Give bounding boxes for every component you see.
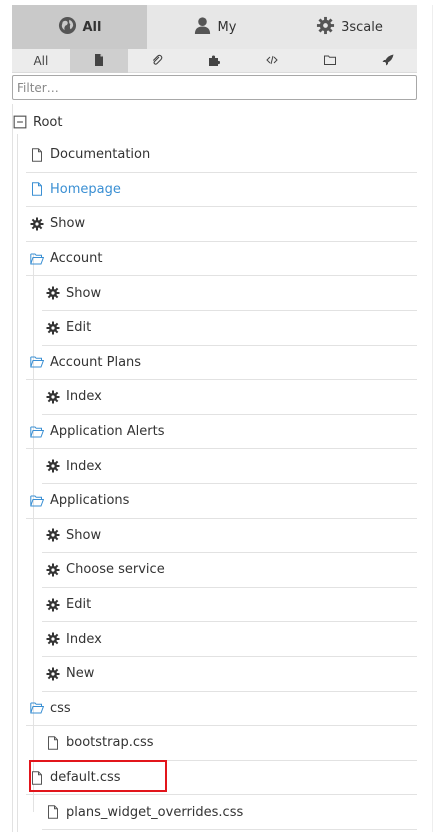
- tree-item-show[interactable]: Show: [42, 519, 417, 554]
- tree-item-label: Applications: [50, 493, 130, 509]
- folder-open-icon: [30, 701, 44, 715]
- cog-icon: [46, 632, 60, 646]
- tree-item-label: Account: [50, 251, 103, 267]
- tree-item-documentation[interactable]: Documentation: [26, 138, 417, 173]
- tree-guide-depth2: [33, 254, 34, 812]
- file-icon: [30, 148, 44, 162]
- filter-layouts-button[interactable]: [243, 49, 301, 73]
- tree-item-label: plans_widget_overrides.css: [66, 804, 244, 820]
- tree-item-label: Index: [66, 389, 102, 405]
- tree-item-index[interactable]: Index: [42, 622, 417, 657]
- tab-all-label: All: [82, 19, 102, 35]
- code-icon: [266, 54, 279, 69]
- tree-item-show[interactable]: Show: [42, 276, 417, 311]
- tree-item-edit[interactable]: Edit: [42, 588, 417, 623]
- cog-icon: [46, 667, 60, 681]
- tab-3scale[interactable]: 3scale: [282, 5, 417, 49]
- folder-open-icon: [30, 252, 44, 266]
- user-icon: [193, 16, 212, 39]
- tree-item-show[interactable]: Show: [26, 207, 417, 242]
- tree-root-label: Root: [33, 114, 63, 130]
- cog-icon: [46, 286, 60, 300]
- tree-item-default-css[interactable]: default.css: [26, 761, 417, 796]
- tree-item-label: Choose service: [66, 562, 165, 578]
- tree-item-label: Index: [66, 631, 102, 647]
- tree-guide-root: [17, 134, 18, 832]
- tree-item-homepage[interactable]: Homepage: [26, 173, 417, 208]
- tree-item-application-alerts[interactable]: Application Alerts: [26, 415, 417, 450]
- filter-attachments-button[interactable]: [128, 49, 186, 73]
- filter-all-label: All: [33, 54, 49, 68]
- tree-item-label: Documentation: [50, 147, 151, 163]
- tree-item-label: css: [50, 700, 71, 716]
- gear-icon: [316, 16, 335, 39]
- tree-item-label: Show: [66, 285, 102, 301]
- filter-all-button[interactable]: All: [12, 49, 70, 73]
- folder-open-icon: [30, 425, 44, 439]
- filter-sections-button[interactable]: [301, 49, 359, 73]
- tab-my[interactable]: My: [147, 5, 282, 49]
- tree-root[interactable]: Root: [13, 111, 413, 133]
- scope-tabs: All My 3scale: [12, 5, 417, 49]
- filter-portlets-button[interactable]: [359, 49, 417, 73]
- paperclip-icon: [151, 54, 163, 69]
- page-icon: [93, 53, 105, 69]
- tree-item-label: New: [66, 666, 95, 682]
- filter-input[interactable]: [12, 75, 417, 100]
- folder-open-icon: [30, 355, 44, 369]
- cms-tree: Root Documentation Homepage Show Account Sho…: [12, 104, 417, 832]
- rocket-icon: [382, 54, 394, 69]
- tree-item-label: Edit: [66, 320, 92, 336]
- folder-icon: [324, 54, 337, 69]
- cog-icon: [46, 459, 60, 473]
- tree-item-account-plans[interactable]: Account Plans: [26, 346, 417, 381]
- tree-item-label: Edit: [66, 597, 92, 613]
- file-icon: [46, 805, 60, 819]
- tree-item-label: Application Alerts: [50, 424, 165, 440]
- tree-item-edit[interactable]: Edit: [42, 311, 417, 346]
- type-filter-bar: All: [12, 49, 417, 73]
- cog-icon: [46, 321, 60, 335]
- tree-item-css[interactable]: css: [26, 692, 417, 727]
- tree-item-label: Show: [66, 527, 102, 543]
- cog-icon: [46, 528, 60, 542]
- cog-icon: [30, 217, 44, 231]
- file-icon: [30, 770, 44, 785]
- file-icon: [30, 182, 44, 197]
- tab-my-label: My: [217, 19, 237, 35]
- tree-item-label: Index: [66, 458, 102, 474]
- tree-item-index[interactable]: Index: [42, 449, 417, 484]
- cog-icon: [46, 598, 60, 612]
- file-icon: [46, 736, 60, 750]
- globe-icon: [58, 16, 77, 39]
- panel-edge: [432, 5, 441, 832]
- tree-item-index[interactable]: Index: [42, 380, 417, 415]
- cog-icon: [46, 390, 60, 404]
- filter-partials-button[interactable]: [186, 49, 244, 73]
- tree-item-label: default.css: [50, 770, 121, 786]
- tree-item-label: bootstrap.css: [66, 735, 154, 751]
- filter-pages-button[interactable]: [69, 49, 128, 73]
- puzzle-icon: [208, 54, 221, 69]
- tree-item-label: Homepage: [50, 181, 121, 197]
- tree-item-bootstrap-css[interactable]: bootstrap.css: [42, 726, 417, 761]
- tree-item-label: Account Plans: [50, 354, 142, 370]
- tab-3scale-label: 3scale: [341, 19, 383, 35]
- tree-item-account[interactable]: Account: [26, 242, 417, 277]
- tree-item-choose-service[interactable]: Choose service: [42, 553, 417, 588]
- tab-all[interactable]: All: [12, 5, 147, 49]
- minus-square-icon: [13, 115, 27, 129]
- cog-icon: [46, 563, 60, 577]
- tree-item-new[interactable]: New: [42, 657, 417, 692]
- tree-item-applications[interactable]: Applications: [26, 484, 417, 519]
- tree-item-plans-widget-overrides-css[interactable]: plans_widget_overrides.css: [42, 795, 417, 830]
- tree-item-label: Show: [50, 216, 86, 232]
- folder-open-icon: [30, 494, 44, 508]
